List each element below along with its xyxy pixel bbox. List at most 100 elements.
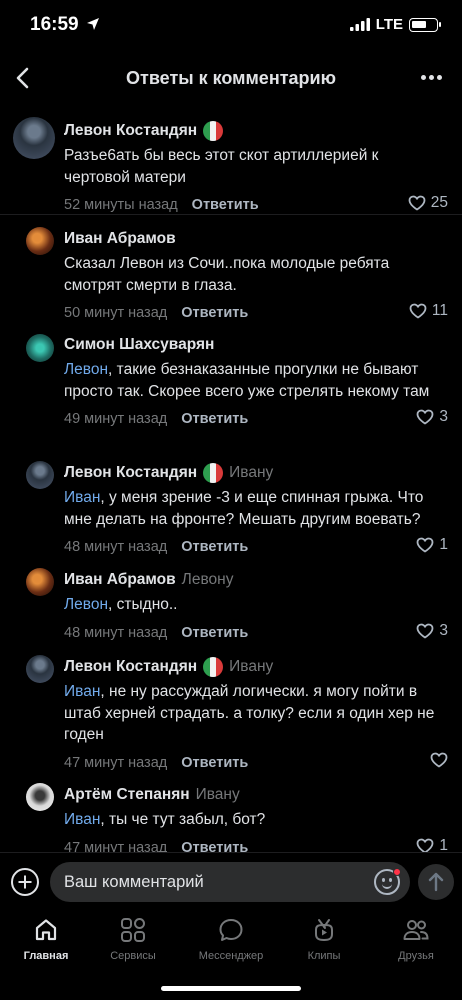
comment-header: Артём Степанян Ивану [64, 784, 448, 806]
tab-label: Мессенджер [198, 950, 264, 962]
mention-link[interactable]: Иван [64, 811, 100, 828]
comment-author[interactable]: Левон Костандян [64, 464, 197, 482]
send-button[interactable] [418, 864, 454, 900]
reply-button[interactable]: Ответить [181, 411, 248, 427]
like-button[interactable]: 25 [408, 194, 448, 212]
like-button[interactable] [430, 752, 448, 768]
comment-text: Иван, ты че тут забыл, бот? [64, 809, 448, 831]
mention-link[interactable]: Левон [64, 361, 108, 378]
friends-icon [403, 920, 429, 940]
comment-text: Иван, у меня зрение -3 и еще спинная гры… [64, 487, 448, 530]
comment-meta: 49 минут назад Ответить 3 [64, 408, 448, 430]
more-options-icon[interactable] [421, 75, 442, 80]
mention-link[interactable]: Иван [64, 489, 100, 506]
tab-messenger[interactable]: Мессенджер [185, 912, 277, 962]
tab-clips[interactable]: Клипы [278, 912, 370, 962]
notification-dot [393, 868, 401, 876]
heart-icon [409, 303, 427, 319]
status-bar: 16:59 LTE [0, 0, 462, 50]
page-title: Ответы к комментарию [126, 68, 336, 88]
heart-icon [430, 752, 448, 767]
comment-item: Левон Костандян Ивану Иван, у меня зрени… [64, 462, 448, 558]
reply-button[interactable]: Ответить [181, 625, 248, 641]
italy-flag-icon [203, 121, 224, 141]
services-icon [121, 918, 145, 942]
like-count: 11 [431, 302, 448, 319]
avatar[interactable] [13, 117, 55, 159]
status-time: 16:59 [30, 14, 79, 35]
heart-icon [416, 409, 434, 425]
avatar[interactable] [26, 334, 54, 362]
avatar[interactable] [26, 655, 54, 683]
comment-author[interactable]: Иван Абрамов [64, 571, 176, 589]
mention-link[interactable]: Иван [64, 683, 100, 700]
nav-bar: Ответы к комментарию [0, 50, 462, 106]
mention-link[interactable]: Левон [64, 596, 108, 613]
comment-item: Левон Костандян Разъе6ать бы весь этот с… [64, 120, 448, 216]
like-button[interactable]: 1 [416, 536, 448, 554]
comment-body: Разъе6ать бы весь этот скот артиллерией … [64, 147, 379, 186]
tab-services[interactable]: Сервисы [87, 912, 179, 962]
emoji-icon[interactable] [374, 868, 401, 895]
comment-meta: 48 минут назад Ответить 1 [64, 536, 448, 558]
tab-home[interactable]: Главная [0, 912, 92, 962]
reply-button[interactable]: Ответить [181, 305, 248, 321]
comment-body: , ты че тут забыл, бот? [100, 811, 266, 828]
comment-author[interactable]: Иван Абрамов [64, 230, 176, 248]
clips-icon [315, 919, 333, 941]
avatar[interactable] [26, 783, 54, 811]
comment-author[interactable]: Левон Костандян [64, 658, 197, 676]
reply-to-label: Ивану [229, 464, 274, 481]
comment-item: Симон Шахсуварян Левон, такие безнаказан… [64, 334, 448, 430]
like-button[interactable]: 3 [416, 622, 448, 640]
like-count: 25 [430, 194, 448, 211]
tab-label: Главная [23, 950, 69, 962]
reply-button[interactable]: Ответить [181, 539, 248, 555]
reply-to-label: Левону [181, 571, 234, 588]
comment-time: 50 минут назад [64, 305, 168, 321]
comment-header: Левон Костандян [64, 120, 448, 142]
messenger-icon [219, 919, 243, 941]
reply-button[interactable]: Ответить [181, 755, 248, 771]
attach-plus-icon[interactable] [11, 868, 39, 896]
like-count: 3 [439, 621, 448, 639]
comment-author[interactable]: Артём Степанян [64, 786, 190, 804]
tab-label: Друзья [398, 950, 434, 962]
comment-input[interactable]: Ваш комментарий [50, 862, 410, 902]
heart-icon [416, 623, 434, 638]
heart-icon [408, 195, 426, 211]
comment-item: Иван Абрамов Сказал Левон из Сочи..пока … [64, 228, 448, 324]
comment-composer: Ваш комментарий [0, 852, 462, 912]
avatar[interactable] [26, 461, 54, 489]
comment-item: Иван Абрамов Левону Левон, стыдно.. 48 м… [64, 569, 448, 644]
comment-author[interactable]: Левон Костандян [64, 122, 197, 140]
comment-meta: 48 минут назад Ответить 3 [64, 622, 448, 644]
divider [0, 214, 462, 215]
network-label: LTE [375, 16, 403, 33]
comment-header: Иван Абрамов Левону [64, 569, 448, 591]
send-arrow-icon [428, 872, 444, 892]
comment-item: Артём Степанян Ивану Иван, ты че тут заб… [64, 784, 448, 859]
like-button[interactable]: 3 [416, 408, 448, 426]
comment-body: , не ну рассуждай логически. я могу пойт… [64, 683, 435, 743]
signal-icon [349, 18, 370, 31]
comment-time: 49 минут назад [64, 411, 168, 427]
reply-button[interactable]: Ответить [192, 197, 259, 213]
avatar[interactable] [26, 568, 54, 596]
comment-author[interactable]: Симон Шахсуварян [64, 336, 214, 354]
comment-time: 47 минут назад [64, 754, 168, 771]
comment-meta: 50 минут назад Ответить 11 [64, 302, 448, 324]
comment-text: Сказал Левон из Сочи..пока молодые ребят… [64, 253, 448, 296]
comment-time: 48 минут назад [64, 539, 168, 555]
like-button[interactable]: 11 [409, 302, 448, 320]
comment-text: Разъе6ать бы весь этот скот артиллерией … [64, 145, 448, 188]
avatar[interactable] [26, 227, 54, 255]
comment-input-placeholder: Ваш комментарий [64, 873, 204, 891]
comment-body: , у меня зрение -3 и еще спинная грыжа. … [64, 489, 424, 528]
comment-text: Иван, не ну рассуждай логически. я могу … [64, 681, 448, 746]
like-count: 1 [439, 536, 448, 553]
italy-flag-icon [203, 657, 224, 677]
tab-friends[interactable]: Друзья [370, 912, 462, 962]
comment-text: Левон, стыдно.. [64, 594, 448, 616]
home-icon [35, 919, 57, 941]
